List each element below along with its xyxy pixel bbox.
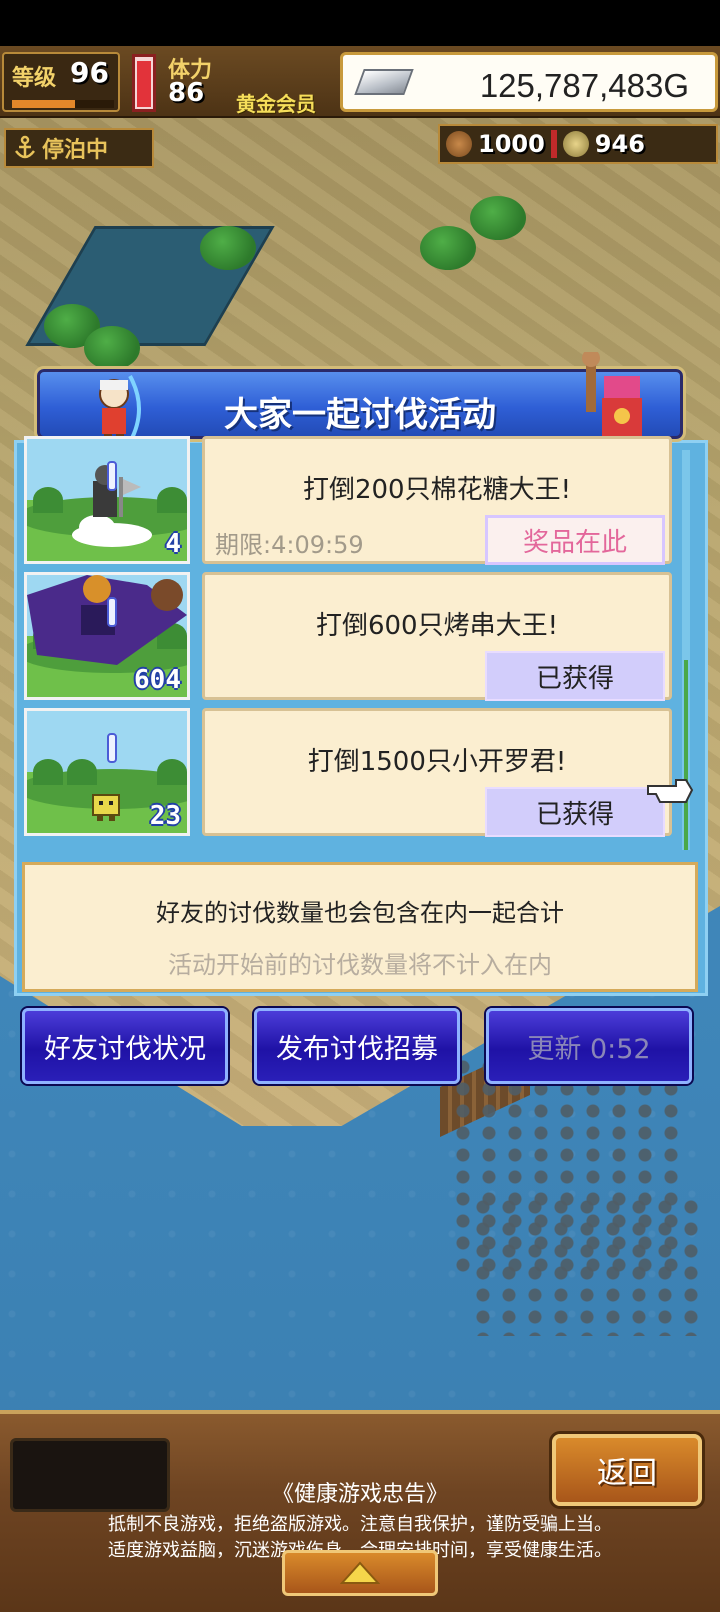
wood-log-icon	[446, 131, 472, 157]
coin-icon	[562, 131, 589, 157]
mission-count: 23	[149, 801, 181, 831]
tree	[200, 226, 256, 270]
mission-title: 打倒600只烤串大王!	[315, 611, 559, 641]
mission-card: 打倒600只烤串大王! 已获得	[202, 572, 672, 701]
separator	[550, 130, 557, 158]
mission-title: 打倒1500只小开罗君!	[307, 747, 567, 777]
refresh-button[interactable]: 更新 0:52	[486, 1008, 692, 1084]
anchor-icon	[15, 135, 35, 159]
list-scroll-thumb[interactable]	[684, 660, 688, 850]
level-box: 等级 96	[2, 52, 120, 112]
mage-character-icon	[582, 352, 642, 436]
stamina-bar	[132, 54, 156, 112]
mission-thumbnail: 4	[24, 436, 190, 564]
tree	[84, 326, 140, 370]
level-value: 96	[70, 56, 109, 89]
bottom-bar: 返回 《健康游戏忠告》 抵制不良游戏，拒绝盗版游戏。注意自我保护，谨防受骗上当。…	[0, 1410, 720, 1612]
claimed-button[interactable]: 已获得	[485, 787, 665, 837]
sea-rocks	[470, 1196, 700, 1336]
membership-badge: 黄金会员	[236, 92, 316, 116]
mission-count: 4	[165, 529, 181, 559]
note-sub-text: 活动开始前的讨伐数量将不计入在内	[168, 951, 552, 979]
health-warning-line: 抵制不良游戏，拒绝盗版游戏。注意自我保护，谨防受骗上当。	[108, 1514, 612, 1535]
claimed-button[interactable]: 已获得	[485, 651, 665, 701]
stamina-value: 86	[168, 78, 205, 108]
prize-button[interactable]: 奖品在此	[485, 515, 665, 565]
small-kairo-icon	[92, 794, 120, 821]
resource-1-value: 1000	[478, 130, 545, 158]
friends-status-button[interactable]: 好友讨伐状况	[22, 1008, 228, 1084]
up-arrow-icon	[340, 1561, 380, 1584]
exp-bar	[12, 100, 114, 108]
post-recruit-button[interactable]: 发布讨伐招募	[254, 1008, 460, 1084]
pointing-hand-icon	[647, 779, 694, 803]
mission-title: 打倒200只棉花糖大王!	[302, 475, 572, 505]
gold-value: 125,787,483G	[479, 67, 689, 104]
mission-count: 604	[134, 665, 181, 695]
resource-display: 1000 946	[438, 124, 718, 164]
event-note: 好友的讨伐数量也会包含在内一起合计 活动开始前的讨伐数量将不计入在内	[22, 862, 698, 992]
gold-display[interactable]: 125,787,483G	[340, 52, 718, 112]
tree	[420, 226, 476, 270]
mission-card: 打倒1500只小开罗君! 已获得	[202, 708, 672, 837]
mission-row: 604 打倒600只烤串大王! 已获得	[20, 572, 672, 701]
mission-deadline: 期限:4:09:59	[215, 531, 364, 559]
health-warning-title: 《健康游戏忠告》	[271, 1482, 448, 1507]
mission-card: 打倒200只棉花糖大王! 期限:4:09:59 奖品在此	[202, 436, 672, 565]
mission-row: 23 打倒1500只小开罗君! 已获得	[20, 708, 672, 837]
dock-status[interactable]: 停泊中	[4, 128, 154, 168]
dock-status-label: 停泊中	[42, 138, 109, 163]
expand-menu-button[interactable]	[282, 1550, 438, 1596]
archer-character-icon	[99, 375, 141, 444]
mission-thumbnail: 604	[24, 572, 190, 700]
top-hud: 等级 96 体力 86 黄金会员 125,787,483G	[0, 46, 720, 118]
level-label: 等级	[12, 66, 57, 91]
resource-2-value: 946	[594, 130, 645, 158]
mission-row: 4 打倒200只棉花糖大王! 期限:4:09:59 奖品在此	[20, 436, 672, 565]
gold-bar-icon	[354, 69, 414, 95]
mission-thumbnail: 23	[24, 708, 190, 836]
tree	[470, 196, 526, 240]
note-main-text: 好友的讨伐数量也会包含在内一起合计	[156, 899, 564, 927]
